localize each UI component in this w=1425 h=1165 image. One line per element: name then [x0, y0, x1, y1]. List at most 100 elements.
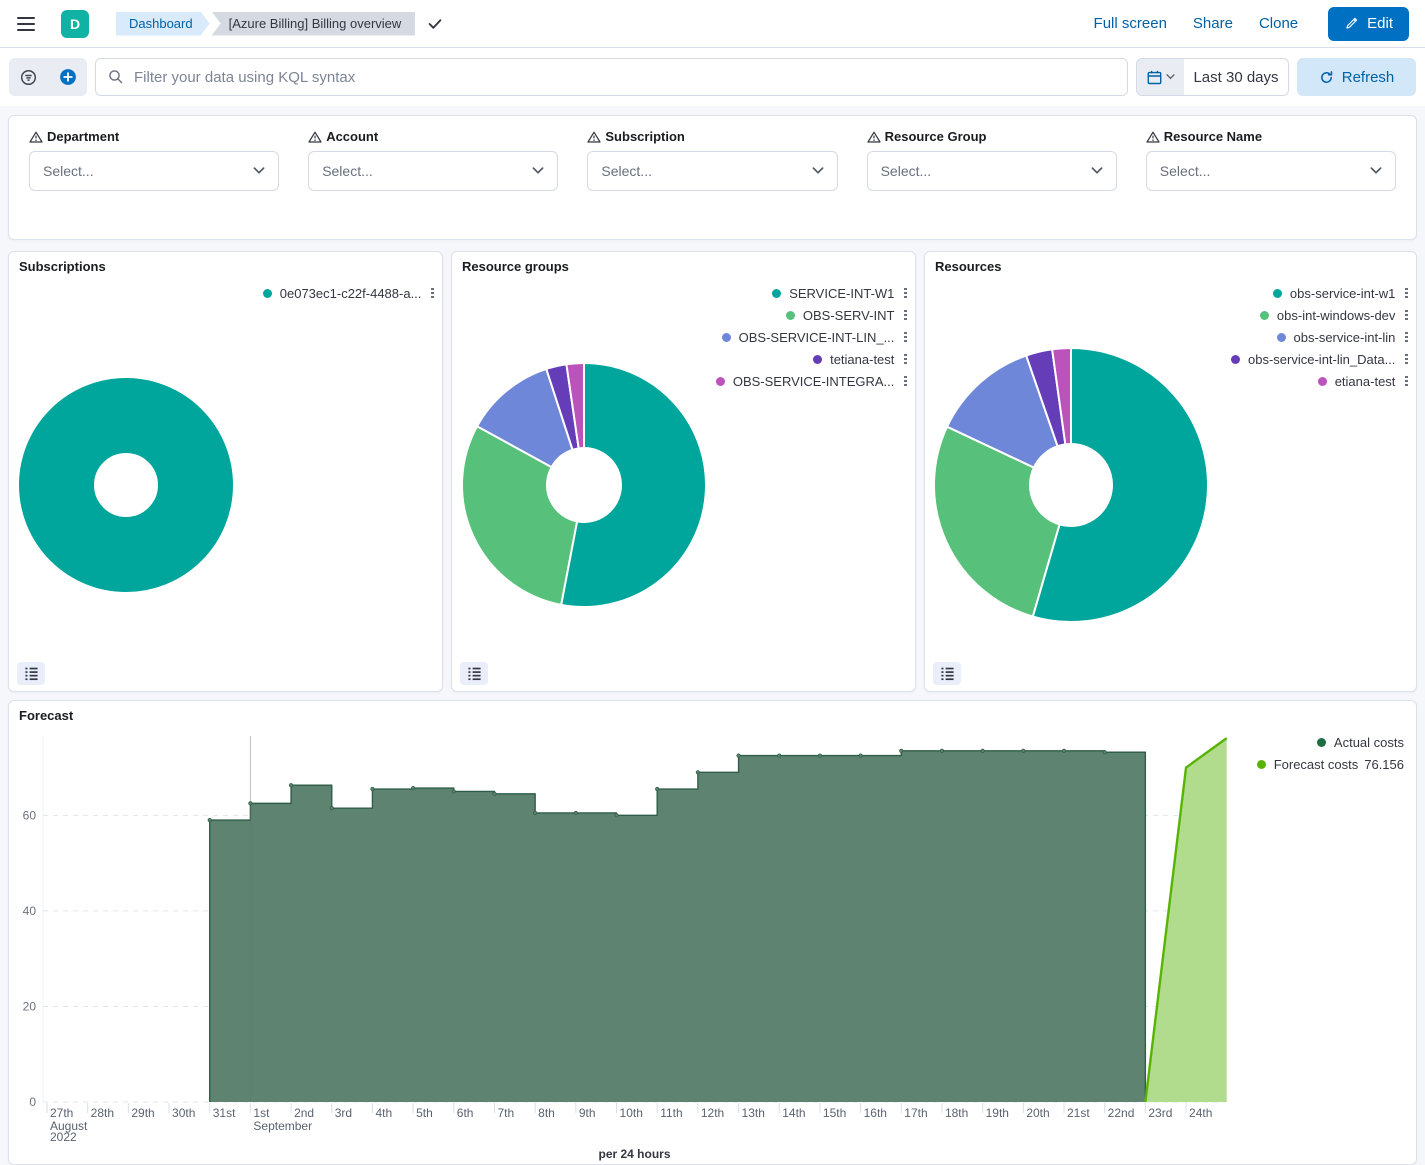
legend-item[interactable]: obs-service-int-lin_Data...	[1231, 348, 1408, 370]
edit-button-label: Edit	[1367, 15, 1393, 32]
legend-item-menu-icon[interactable]	[904, 288, 907, 299]
department-select[interactable]: Select...	[29, 151, 279, 191]
resources-panel: Resources obs-service-int-w1obs-int-wind…	[924, 251, 1417, 692]
check-icon[interactable]	[428, 18, 442, 30]
svg-text:13th: 13th	[742, 1106, 765, 1120]
legend-toggle-button[interactable]	[933, 662, 961, 685]
refresh-button[interactable]: Refresh	[1297, 58, 1416, 96]
refresh-icon	[1319, 70, 1334, 85]
legend-item-menu-icon[interactable]	[904, 376, 907, 387]
legend-item[interactable]: obs-service-int-w1	[1231, 282, 1408, 304]
dashboard-grid: DepartmentSelect...AccountSelect...Subsc…	[0, 106, 1425, 1165]
legend-color-dot	[1277, 333, 1286, 342]
control-resource-group: Resource GroupSelect...	[867, 129, 1117, 191]
legend-color-dot	[263, 289, 272, 298]
legend-item-menu-icon[interactable]	[1405, 376, 1408, 387]
svg-text:20: 20	[23, 999, 37, 1013]
date-range-value[interactable]: Last 30 days	[1184, 59, 1288, 95]
kibana-dashboard-app: D Dashboard [Azure Billing] Billing over…	[0, 0, 1425, 1165]
legend-label: obs-service-int-lin_Data...	[1248, 352, 1395, 367]
svg-text:2nd: 2nd	[294, 1106, 314, 1120]
legend-item[interactable]: SERVICE-INT-W1	[716, 282, 907, 304]
top-header-bar: D Dashboard [Azure Billing] Billing over…	[0, 0, 1425, 48]
legend-label: OBS-SERV-INT	[803, 308, 895, 323]
warning-icon	[308, 131, 322, 143]
legend-item-menu-icon[interactable]	[1405, 354, 1408, 365]
resource-name-select[interactable]: Select...	[1146, 151, 1396, 191]
full-screen-link[interactable]: Full screen	[1094, 15, 1167, 32]
pie-panels-row: Subscriptions 0e073ec1-c22f-4488-a... Re…	[8, 251, 1417, 692]
svg-text:6th: 6th	[457, 1106, 474, 1120]
svg-text:20th: 20th	[1026, 1106, 1049, 1120]
control-department: Department Select...	[29, 129, 279, 191]
clone-link[interactable]: Clone	[1259, 15, 1298, 32]
legend-color-dot	[716, 377, 725, 386]
kql-search-box	[95, 58, 1128, 96]
svg-text:28th: 28th	[91, 1106, 114, 1120]
menu-button[interactable]	[16, 16, 36, 32]
add-filter-button[interactable]	[48, 58, 87, 96]
legend-toggle-button[interactable]	[17, 662, 45, 685]
legend-item-menu-icon[interactable]	[1405, 288, 1408, 299]
subscriptions-panel: Subscriptions 0e073ec1-c22f-4488-a...	[8, 251, 443, 692]
date-range-picker: Last 30 days	[1136, 58, 1289, 96]
controls-panel: DepartmentSelect...AccountSelect...Subsc…	[8, 115, 1417, 240]
svg-text:per 24 hours: per 24 hours	[598, 1147, 670, 1161]
svg-text:60: 60	[23, 808, 37, 822]
legend-color-dot	[813, 355, 822, 364]
breadcrumb-dashboard[interactable]: Dashboard	[116, 12, 210, 36]
resource-groups-donut-chart[interactable]	[460, 361, 708, 614]
legend-item-menu-icon[interactable]	[904, 332, 907, 343]
legend-label: tetiana-test	[830, 352, 894, 367]
svg-text:23rd: 23rd	[1148, 1106, 1172, 1120]
legend-label: SERVICE-INT-W1	[789, 286, 894, 301]
legend-color-dot	[772, 289, 781, 298]
refresh-button-label: Refresh	[1342, 69, 1395, 86]
svg-text:30th: 30th	[172, 1106, 195, 1120]
svg-text:17th: 17th	[904, 1106, 927, 1120]
account-select[interactable]: Select...	[308, 151, 558, 191]
date-quick-select-button[interactable]	[1137, 59, 1184, 95]
share-link[interactable]: Share	[1193, 15, 1233, 32]
svg-text:18th: 18th	[945, 1106, 968, 1120]
legend-item[interactable]: 0e073ec1-c22f-4488-a...	[263, 282, 434, 304]
legend-item-menu-icon[interactable]	[904, 354, 907, 365]
svg-text:4th: 4th	[375, 1106, 392, 1120]
legend-item-menu-icon[interactable]	[904, 310, 907, 321]
panel-title: Resource groups	[462, 259, 569, 274]
saved-query-button[interactable]	[9, 58, 48, 96]
legend-item[interactable]: OBS-SERVICE-INT-LIN_...	[716, 326, 907, 348]
search-icon	[108, 69, 124, 85]
legend: obs-service-int-w1obs-int-windows-dev obs…	[1231, 282, 1408, 392]
legend-label: OBS-SERVICE-INT-LIN_...	[739, 330, 895, 345]
edit-button[interactable]: Edit	[1328, 7, 1409, 41]
space-avatar[interactable]: D	[61, 10, 89, 38]
subscriptions-donut-chart[interactable]	[17, 376, 235, 599]
legend-label: obs-service-int-lin	[1294, 330, 1396, 345]
legend-item[interactable]: tetiana-test	[716, 348, 907, 370]
legend-item[interactable]: obs-service-int-lin	[1231, 326, 1408, 348]
legend-item[interactable]: etiana-test	[1231, 370, 1408, 392]
subscription-select[interactable]: Select...	[587, 151, 837, 191]
legend-item-menu-icon[interactable]	[431, 288, 434, 299]
legend-color-dot	[786, 311, 795, 320]
svg-text:31st: 31st	[213, 1106, 236, 1120]
svg-text:29th: 29th	[131, 1106, 154, 1120]
legend-toggle-button[interactable]	[460, 662, 488, 685]
control-label: Department	[29, 129, 279, 144]
svg-text:10th: 10th	[620, 1106, 643, 1120]
legend-item[interactable]: OBS-SERVICE-INTEGRA...	[716, 370, 907, 392]
legend-item[interactable]: obs-int-windows-dev	[1231, 304, 1408, 326]
calendar-icon	[1147, 70, 1162, 85]
resource-group-select[interactable]: Select...	[867, 151, 1117, 191]
legend-item[interactable]: OBS-SERV-INT	[716, 304, 907, 326]
control-label: Resource Name	[1146, 129, 1396, 144]
kql-search-input[interactable]	[134, 69, 1115, 86]
legend-item-menu-icon[interactable]	[1405, 332, 1408, 343]
svg-text:15th: 15th	[823, 1106, 846, 1120]
pencil-icon	[1344, 16, 1359, 31]
resources-donut-chart[interactable]	[932, 346, 1210, 629]
breadcrumb: Dashboard [Azure Billing] Billing overvi…	[116, 12, 442, 36]
legend-label: OBS-SERVICE-INTEGRA...	[733, 374, 895, 389]
legend-item-menu-icon[interactable]	[1405, 310, 1408, 321]
